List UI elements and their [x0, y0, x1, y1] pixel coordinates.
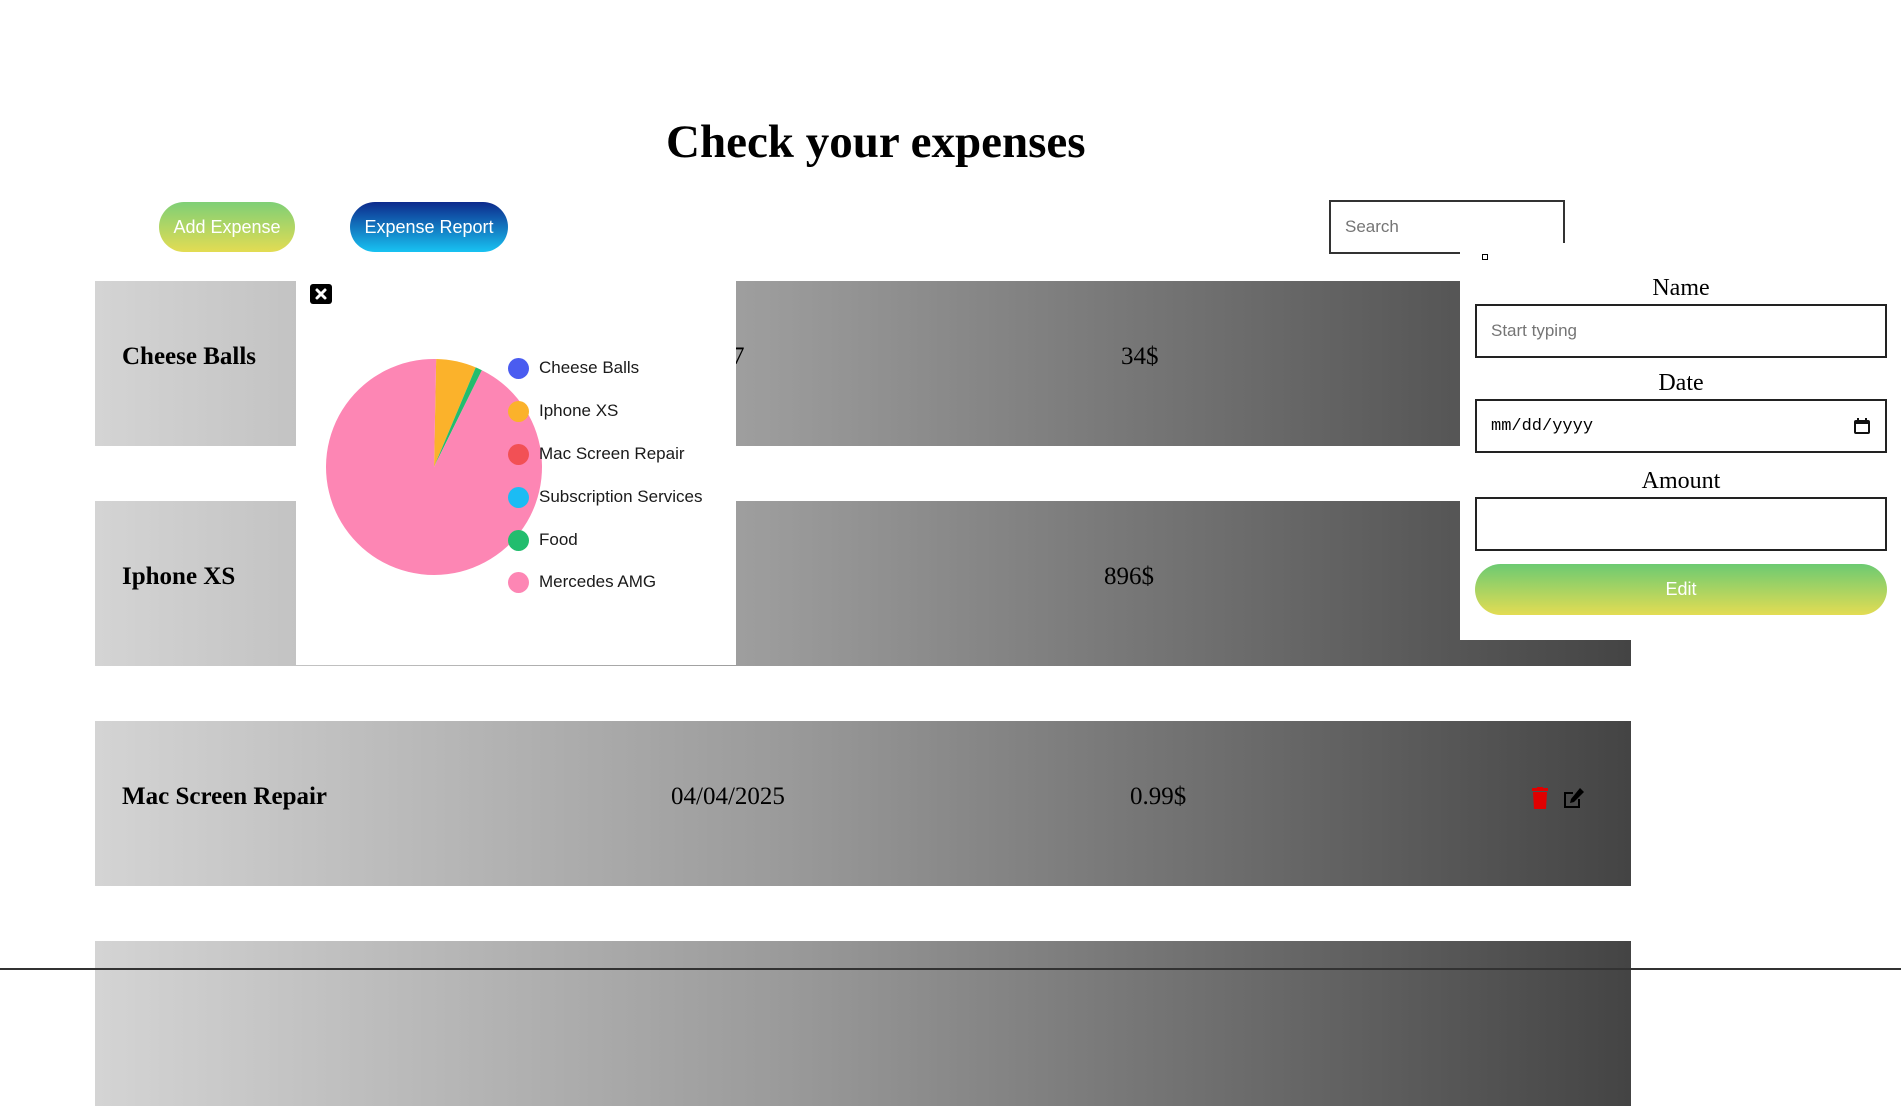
- date-placeholder: mm/dd/yyyy: [1491, 416, 1594, 436]
- close-icon[interactable]: [310, 284, 332, 304]
- expense-amount: 34$: [1121, 343, 1159, 370]
- legend-item: Subscription Services: [508, 486, 703, 508]
- trash-icon[interactable]: [1531, 787, 1549, 809]
- legend-item: Mac Screen Repair: [508, 443, 685, 465]
- legend-dot: [508, 571, 529, 593]
- close-x-glyph: [315, 288, 327, 300]
- expense-report-button[interactable]: Expense Report: [350, 202, 508, 252]
- resize-handle[interactable]: [1482, 254, 1488, 260]
- amount-input[interactable]: [1475, 497, 1887, 551]
- expense-name: Cheese Balls: [122, 343, 257, 370]
- legend-dot: [508, 443, 529, 465]
- legend-label: Iphone XS: [539, 401, 619, 420]
- legend-label: Food: [539, 530, 578, 549]
- expense-name: Iphone XS: [122, 563, 236, 590]
- legend-dot: [508, 529, 529, 551]
- expense-amount: 896$: [1104, 563, 1154, 590]
- legend-label: Mac Screen Repair: [539, 444, 685, 463]
- name-input[interactable]: [1475, 304, 1887, 358]
- edit-expense-panel: Name Date mm/dd/yyyy Amount Edit: [1460, 243, 1901, 640]
- expense-date: 04/04/2025: [671, 783, 785, 810]
- amount-label: Amount: [1641, 468, 1721, 494]
- legend-dot: [508, 486, 529, 508]
- calendar-icon[interactable]: [1853, 417, 1871, 435]
- legend-item: Mercedes AMG: [508, 571, 657, 593]
- edit-icon[interactable]: [1561, 787, 1585, 809]
- legend-dot: [508, 357, 529, 379]
- legend-item: Iphone XS: [508, 400, 619, 422]
- legend-dot: [508, 400, 529, 422]
- name-label: Name: [1652, 275, 1710, 301]
- expense-report-panel: Cheese Balls Iphone XS Mac Screen Repair…: [296, 281, 736, 665]
- date-input[interactable]: mm/dd/yyyy: [1475, 399, 1887, 453]
- page-title: Check your expenses: [666, 116, 1086, 168]
- expense-row: [95, 941, 1631, 1106]
- row-actions: [1531, 787, 1585, 809]
- date-label: Date: [1658, 370, 1704, 396]
- edit-button[interactable]: Edit: [1475, 564, 1887, 615]
- legend-label: Cheese Balls: [539, 358, 640, 377]
- legend-item: Cheese Balls: [508, 357, 640, 379]
- expense-name: Mac Screen Repair: [122, 783, 328, 810]
- add-expense-button[interactable]: Add Expense: [159, 202, 295, 252]
- expense-row: Mac Screen Repair 04/04/2025 0.99$: [95, 721, 1631, 886]
- legend-label: Mercedes AMG: [539, 572, 657, 591]
- expense-amount: 0.99$: [1130, 783, 1187, 810]
- legend-label: Subscription Services: [539, 487, 703, 506]
- legend-item: Food: [508, 529, 578, 551]
